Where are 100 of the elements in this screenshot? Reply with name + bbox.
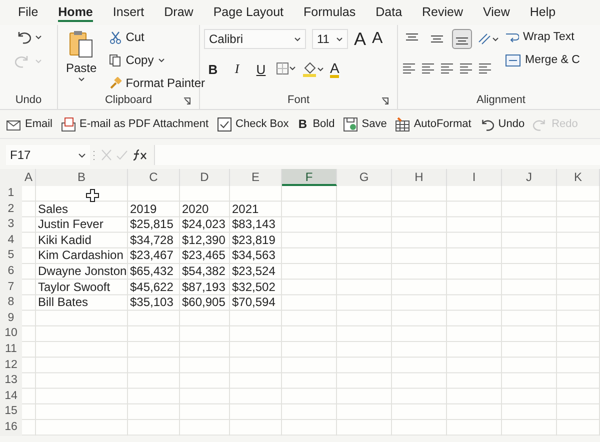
dialog-launcher-icon[interactable] xyxy=(381,97,389,105)
table-cell: $23,467 xyxy=(130,248,174,264)
align-icon[interactable] xyxy=(402,63,416,75)
column-header[interactable]: C xyxy=(128,169,180,186)
row-header[interactable]: 5 xyxy=(0,248,22,264)
row-header[interactable]: 9 xyxy=(0,310,22,326)
save-icon xyxy=(342,116,358,132)
align-icon[interactable] xyxy=(421,63,435,75)
toolbar-button[interactable]: Check Box xyxy=(216,116,289,132)
merge-button[interactable]: Merge & C xyxy=(505,50,580,70)
menu-tab[interactable]: File xyxy=(18,5,38,22)
font-size-field[interactable]: 11 xyxy=(312,29,348,49)
column-header[interactable]: D xyxy=(180,169,230,186)
dialog-launcher-icon[interactable] xyxy=(183,97,191,105)
column-header[interactable]: A xyxy=(22,169,36,186)
column-header[interactable]: F xyxy=(282,169,337,186)
row-header[interactable]: 14 xyxy=(0,388,22,404)
toolbar-button[interactable]: B Bold xyxy=(296,117,335,131)
table-cell: $23,819 xyxy=(232,232,276,248)
toolbar-button[interactable]: Email xyxy=(6,118,53,130)
column-header[interactable]: H xyxy=(392,169,447,186)
align-icon[interactable] xyxy=(478,63,492,75)
toolbar-button[interactable]: AutoFormat xyxy=(394,116,472,132)
menu-tab[interactable]: Draw xyxy=(164,5,194,22)
name-box[interactable]: F17 xyxy=(6,145,90,165)
borders-icon[interactable] xyxy=(276,62,296,76)
row-header[interactable]: 6 xyxy=(0,264,22,280)
row-header[interactable]: 13 xyxy=(0,373,22,389)
grow-font-button[interactable]: A xyxy=(354,28,366,50)
table-cell: $35,103 xyxy=(130,295,174,311)
row-header[interactable]: 11 xyxy=(0,342,22,358)
table-cell: Kim Cardashion xyxy=(38,248,124,264)
column-header[interactable]: I xyxy=(447,169,502,186)
table-cell: $23,465 xyxy=(182,248,226,264)
paste-button[interactable]: Paste xyxy=(62,27,101,93)
table-cell: Taylor Swooft xyxy=(38,280,110,296)
table-cell: $60,905 xyxy=(182,295,226,311)
menu-tab[interactable]: Insert xyxy=(112,5,144,22)
checkbox-icon xyxy=(216,116,232,132)
wrap-text-button[interactable]: Wrap Text xyxy=(505,27,580,47)
row-header[interactable]: 8 xyxy=(0,295,22,311)
fill-color-icon[interactable] xyxy=(302,61,324,77)
orientation-icon[interactable] xyxy=(477,32,499,46)
menu-tab[interactable]: Formulas xyxy=(304,5,356,22)
font-style-button[interactable]: I xyxy=(228,61,246,77)
row-header[interactable]: 15 xyxy=(0,404,22,420)
cut-button[interactable]: Cut xyxy=(108,27,206,47)
menu-tab[interactable]: Data xyxy=(376,5,402,22)
row-header[interactable]: 3 xyxy=(0,217,22,233)
cursor-icon xyxy=(86,189,99,202)
group-label: Clipboard xyxy=(104,94,152,106)
table-cell: 2020 xyxy=(182,202,209,218)
caret-icon xyxy=(336,36,343,42)
caret-icon[interactable] xyxy=(35,34,42,40)
row-header[interactable]: 2 xyxy=(0,202,22,218)
copy-button[interactable]: Copy xyxy=(108,50,206,70)
table-cell: Dwayne Jonston xyxy=(38,264,127,280)
menu-tab[interactable]: Page Layout xyxy=(213,5,284,22)
formula-input[interactable] xyxy=(154,145,600,165)
table-cell: $83,143 xyxy=(232,217,276,233)
column-header[interactable]: J xyxy=(502,169,557,186)
font-color-button[interactable]: A xyxy=(330,60,340,78)
table-cell: $23,524 xyxy=(232,264,276,280)
table-cell: $25,815 xyxy=(130,217,174,233)
copy-icon xyxy=(108,54,122,66)
format-painter-button[interactable]: Format Painter xyxy=(108,73,206,93)
menu-tab[interactable]: Review xyxy=(422,5,464,22)
row-header[interactable]: 12 xyxy=(0,358,22,374)
paintbrush-icon xyxy=(108,76,122,90)
clipboard-icon xyxy=(68,29,94,59)
group-label: Alignment xyxy=(476,94,526,106)
table-cell: $12,390 xyxy=(182,232,226,248)
toolbar-button[interactable]: E-mail as PDF Attachment xyxy=(60,116,209,132)
menu-tab[interactable]: Help xyxy=(530,5,556,22)
row-header[interactable]: 1 xyxy=(0,186,22,202)
table-cell: Kiki Kadid xyxy=(38,232,92,248)
caret-icon xyxy=(78,152,86,158)
column-header[interactable]: K xyxy=(557,169,600,186)
align-icon[interactable] xyxy=(459,63,473,75)
font-style-button[interactable]: U xyxy=(252,62,270,76)
toolbar-button[interactable]: Save xyxy=(342,116,387,132)
row-header[interactable]: 16 xyxy=(0,420,22,436)
align-icon[interactable] xyxy=(440,63,454,75)
row-header[interactable]: 7 xyxy=(0,280,22,296)
column-header[interactable]: G xyxy=(337,169,392,186)
toolbar-button[interactable]: Undo xyxy=(479,116,525,132)
font-name-field[interactable]: Calibri xyxy=(204,29,306,49)
caret-icon xyxy=(294,36,301,42)
menu-tab[interactable]: Home xyxy=(58,5,93,22)
row-header[interactable]: 4 xyxy=(0,232,22,248)
font-style-button[interactable]: B xyxy=(204,62,222,76)
vertical-align-button[interactable] xyxy=(452,29,472,49)
menu-tab[interactable]: View xyxy=(483,5,510,22)
shrink-font-button[interactable]: A xyxy=(372,30,383,48)
column-header[interactable]: E xyxy=(230,169,282,186)
row-header[interactable]: 10 xyxy=(0,326,22,342)
table-cell: $34,563 xyxy=(232,248,276,264)
table-icon xyxy=(394,116,410,132)
column-header[interactable]: B xyxy=(36,169,128,186)
table-cell: Sales xyxy=(38,202,68,218)
